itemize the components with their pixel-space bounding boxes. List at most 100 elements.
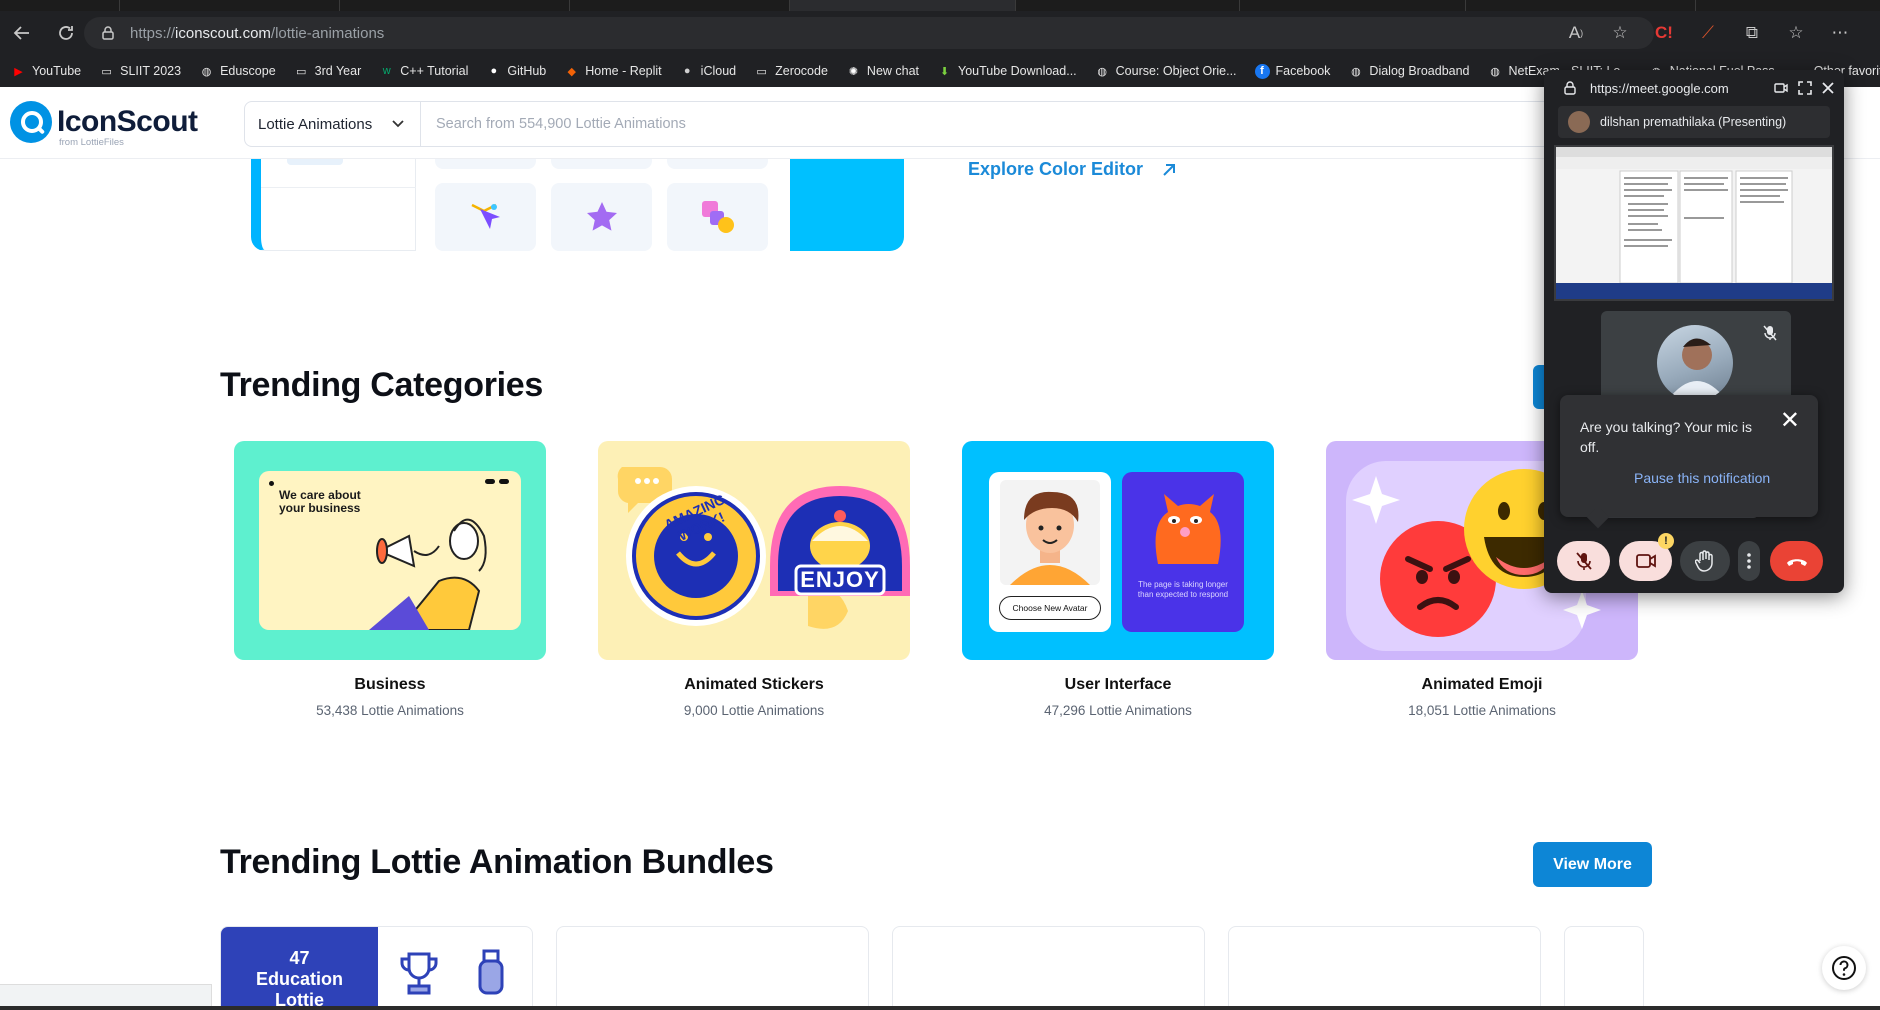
bundle-card[interactable] <box>892 926 1205 1010</box>
bookmark-item[interactable]: ● GitHub <box>477 57 555 85</box>
bookmark-item[interactable]: ◍ Eduscope <box>190 57 285 85</box>
shared-screen-thumbnail[interactable] <box>1554 145 1834 301</box>
star-icon[interactable]: ☆ <box>1600 15 1640 51</box>
bookmark-item[interactable]: ✺ New chat <box>837 57 928 85</box>
more-options-button[interactable] <box>1738 541 1760 581</box>
avatar-illustration <box>1000 480 1100 585</box>
end-call-button[interactable] <box>1770 541 1823 581</box>
popup-notch <box>1586 505 1610 529</box>
read-aloud-icon[interactable]: A) <box>1556 15 1596 51</box>
bundle-card[interactable] <box>1228 926 1541 1010</box>
bookmark-item[interactable]: f Facebook <box>1246 57 1340 85</box>
bookmark-item[interactable]: ◍ Course: Object Orie... <box>1086 57 1246 85</box>
camera-off-icon <box>1635 554 1656 568</box>
arrow-left-icon <box>13 26 29 40</box>
presenter-bar[interactable]: dilshan premathilaka (Presenting) <box>1558 106 1830 138</box>
bookmark-item[interactable]: ▭ Zerocode <box>745 57 837 85</box>
browser-tab[interactable] <box>120 0 340 11</box>
reload-button[interactable] <box>48 15 84 51</box>
browser-tab[interactable] <box>1240 0 1466 11</box>
bookmark-item[interactable]: ◆ Home - Replit <box>555 57 670 85</box>
bundle-card[interactable] <box>556 926 869 1010</box>
bookmark-item[interactable]: ● iCloud <box>671 57 745 85</box>
choose-avatar-label: Choose New Avatar <box>999 596 1101 620</box>
iconscout-logo[interactable]: IconScout from LottieFiles <box>10 101 198 148</box>
banner-tile <box>667 183 768 251</box>
bookmark-label: New chat <box>866 64 920 78</box>
mic-off-notification: Are you talking? Your mic is off. ✕ Paus… <box>1560 395 1818 529</box>
browser-tab[interactable] <box>570 0 790 11</box>
bundle-card[interactable] <box>1564 926 1644 1010</box>
mic-off-icon <box>1763 325 1777 341</box>
search-input[interactable] <box>421 116 1221 132</box>
help-button[interactable] <box>1822 946 1866 990</box>
tab-strip <box>0 0 1880 11</box>
camera-icon[interactable] <box>1774 82 1788 94</box>
bundles-view-more-button[interactable]: View More <box>1533 842 1652 887</box>
dismiss-notification-button[interactable]: ✕ <box>1780 409 1800 433</box>
bundle-card-education[interactable]: 47 Education Lottie <box>220 926 533 1010</box>
more-icon[interactable]: ⋯ <box>1820 15 1860 51</box>
category-label-animated-emoji[interactable]: Animated Emoji <box>1326 676 1638 694</box>
category-card-business[interactable]: We care about your business <box>234 441 546 660</box>
usb-drive-icon <box>478 949 504 995</box>
bookmark-item[interactable]: ▭ SLIIT 2023 <box>90 57 190 85</box>
logo-text: IconScout <box>57 105 198 138</box>
search-category-select[interactable]: Lottie Animations <box>245 102 421 146</box>
browser-tab[interactable] <box>1016 0 1240 11</box>
globe-icon: ◍ <box>1351 65 1361 78</box>
hand-icon <box>1695 550 1713 572</box>
banner-tile <box>551 183 652 251</box>
extension-ci-icon[interactable]: C! <box>1644 15 1684 51</box>
camera-toggle-button[interactable]: ! <box>1619 533 1674 581</box>
category-label-user-interface[interactable]: User Interface <box>962 676 1274 694</box>
meet-window-tools <box>1774 70 1834 106</box>
close-icon[interactable] <box>1822 82 1834 94</box>
bookmark-item[interactable]: ▶ YouTube <box>2 57 90 85</box>
url-text: https://iconscout.com/lottie-animations <box>130 24 385 42</box>
mic-toggle-button[interactable] <box>1557 541 1610 581</box>
participant-photo <box>1657 325 1733 401</box>
dot <box>485 479 495 484</box>
extensions-icon[interactable]: ⧉ <box>1732 15 1772 51</box>
link-status-tooltip <box>0 984 212 1006</box>
bookmark-item[interactable]: w C++ Tutorial <box>370 57 477 85</box>
explore-color-editor-link[interactable]: Explore Color Editor <box>968 159 1177 180</box>
meet-titlebar: https://meet.google.com <box>1544 70 1844 106</box>
bookmark-label: Dialog Broadband <box>1369 64 1470 78</box>
shapes-icon <box>701 201 734 233</box>
extension-arrow-icon[interactable]: ⟋ <box>1688 15 1728 51</box>
banner-strip <box>287 159 343 165</box>
explore-link-label: Explore Color Editor <box>968 159 1144 179</box>
browser-tab[interactable] <box>1466 0 1696 11</box>
dot <box>499 479 509 484</box>
address-bar: https://iconscout.com/lottie-animations … <box>0 11 1880 55</box>
bookmark-label: 3rd Year <box>314 64 362 78</box>
browser-tab-active[interactable] <box>790 0 1016 11</box>
browser-tab[interactable] <box>340 0 570 11</box>
dot <box>269 481 274 486</box>
bookmark-item[interactable]: ▭ 3rd Year <box>285 57 371 85</box>
bookmark-item[interactable]: ⬇ YouTube Download... <box>928 57 1086 85</box>
presenter-avatar <box>1568 111 1590 133</box>
category-card-user-interface[interactable]: Choose New Avatar The page is taking lon… <box>962 441 1274 660</box>
favorites-icon[interactable]: ☆ <box>1776 15 1816 51</box>
pause-notification-link[interactable]: Pause this notification <box>1634 470 1770 486</box>
sticker-text-enjoy: ENJOY <box>800 567 880 592</box>
hang-up-icon <box>1786 559 1807 566</box>
cat-illustration <box>1155 494 1221 564</box>
url-field[interactable]: https://iconscout.com/lottie-animations <box>84 17 1654 49</box>
category-label-animated-stickers[interactable]: Animated Stickers <box>598 676 910 694</box>
category-card-animated-stickers[interactable]: AMAZING WORK! ENJOY <box>598 441 910 660</box>
raise-hand-button[interactable] <box>1680 541 1730 581</box>
expand-icon[interactable] <box>1798 81 1812 95</box>
browser-tab[interactable] <box>0 0 120 11</box>
toolbar-right: A) ☆ C! ⟋ ⧉ ☆ ⋯ <box>1556 11 1880 55</box>
bookmark-item[interactable]: ◍ Dialog Broadband <box>1339 57 1478 85</box>
folder-icon: ▭ <box>295 65 307 78</box>
logo-mark-icon <box>10 101 52 143</box>
bookmark-label: YouTube Download... <box>958 64 1077 78</box>
back-button[interactable] <box>4 15 40 51</box>
category-label-business[interactable]: Business <box>234 676 546 694</box>
shared-document-preview <box>1556 147 1832 299</box>
